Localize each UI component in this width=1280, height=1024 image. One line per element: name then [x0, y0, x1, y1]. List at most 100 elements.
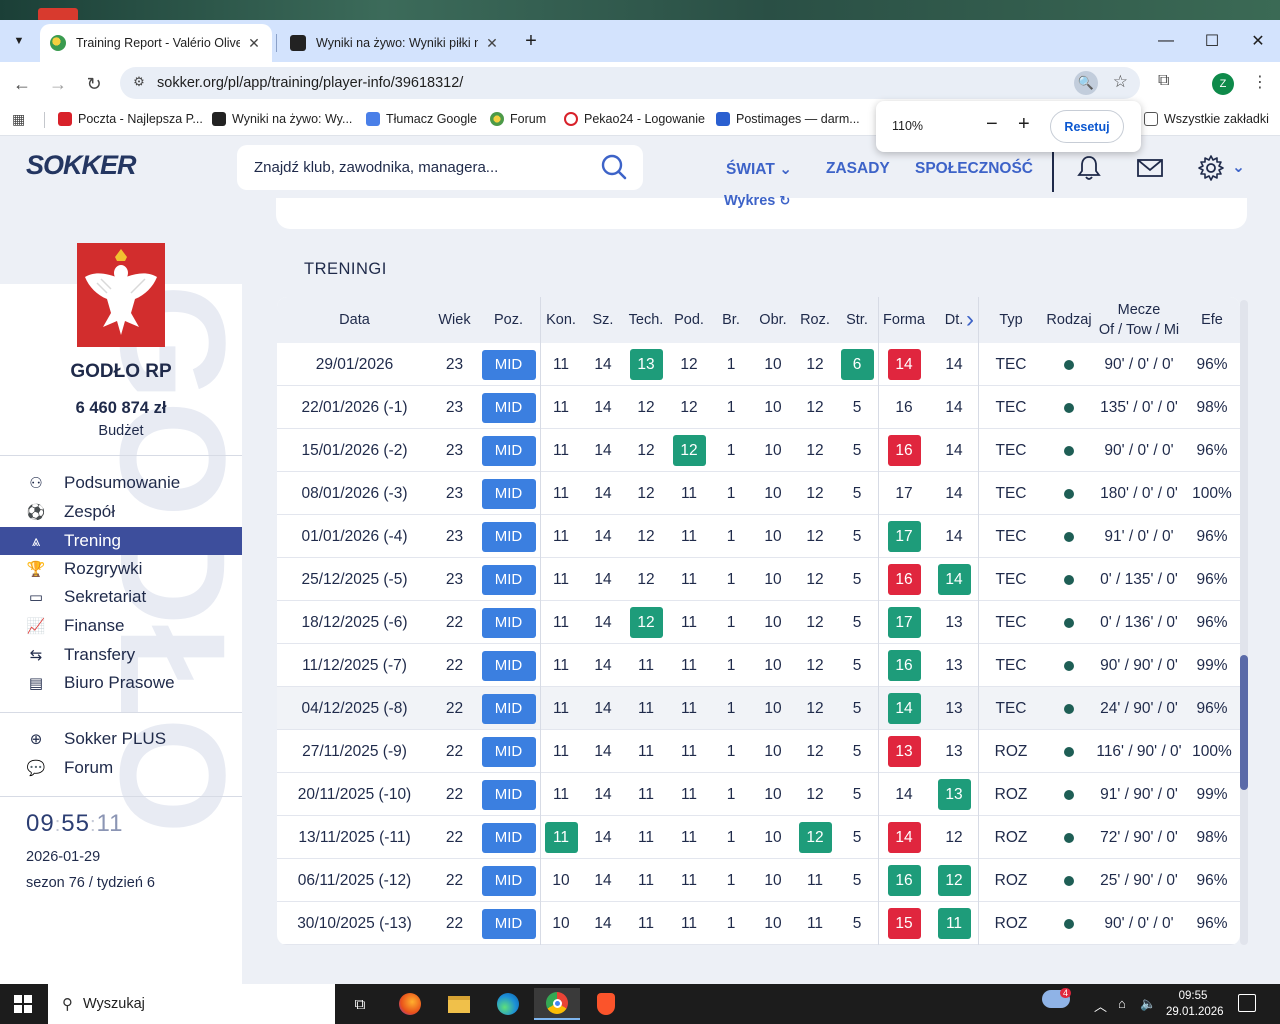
club-name[interactable]: GODŁO RP — [0, 361, 242, 383]
column-header-mecze[interactable]: Mecze Of / Tow / Mi — [1094, 297, 1184, 343]
table-row[interactable]: 06/11/2025 (-12) 22 MID 10 14 11 11 1 10 11 5 16 12 R… — [277, 859, 1240, 902]
table-row[interactable]: 11/12/2025 (-7) 22 MID 11 14 11 11 1 10 12 5 16 13 TE… — [277, 644, 1240, 687]
new-tab-icon[interactable]: + — [518, 28, 544, 54]
notifications-icon[interactable] — [1238, 994, 1256, 1012]
maximize-icon[interactable]: ☐ — [1192, 28, 1232, 54]
close-tab-icon[interactable]: ✕ — [484, 35, 500, 52]
address-bar[interactable]: ⚙ sokker.org/pl/app/training/player-info… — [120, 67, 1140, 99]
sidebar-item-finanse[interactable]: 📈 Finanse — [0, 612, 242, 640]
sidebar-item-rozgrywki[interactable]: 🏆 Rozgrywki — [0, 555, 242, 583]
settings-chevron-down-icon[interactable]: ⌄ — [1232, 158, 1245, 177]
column-header-pos[interactable]: Poz. — [477, 297, 540, 343]
close-window-icon[interactable]: ✕ — [1238, 28, 1278, 54]
forward-icon[interactable]: → — [44, 70, 72, 98]
reload-icon[interactable]: ↻ — [80, 70, 108, 98]
weather-icon[interactable]: 4 — [1042, 988, 1072, 1011]
column-header-pod[interactable]: Pod. — [668, 297, 710, 343]
bookmark-translate[interactable]: Tłumacz Google — [366, 112, 477, 126]
task-view-icon[interactable]: ⧉ — [337, 988, 383, 1020]
sidebar-item-sekretariat[interactable]: ▭ Sekretariat — [0, 583, 242, 611]
tray-chevron-up-icon[interactable]: ︿ — [1094, 996, 1107, 1015]
bookmark-wyniki[interactable]: Wyniki na żywo: Wy... — [212, 112, 352, 126]
zoom-reset-button[interactable]: Resetuj — [1050, 110, 1124, 143]
sokker-logo[interactable]: SOKKER — [26, 150, 137, 181]
table-row[interactable]: 22/01/2026 (-1) 23 MID 11 14 12 12 1 10 12 5 16 14 TE… — [277, 386, 1240, 429]
bookmark-star-icon[interactable]: ☆ — [1113, 72, 1128, 92]
column-header-typ[interactable]: Typ — [978, 297, 1044, 343]
close-tab-icon[interactable]: ✕ — [246, 35, 262, 52]
volume-icon[interactable]: 🔈 — [1140, 996, 1156, 1012]
windows-start-icon[interactable] — [14, 995, 32, 1013]
minimize-icon[interactable]: — — [1146, 28, 1186, 54]
column-header-efe[interactable]: Efe — [1184, 297, 1240, 343]
table-row[interactable]: 08/01/2026 (-3) 23 MID 11 14 12 11 1 10 12 5 17 14 TE… — [277, 472, 1240, 515]
column-header-rodzaj[interactable]: Rodzaj — [1044, 297, 1094, 343]
brave-icon[interactable] — [583, 988, 629, 1020]
bookmark-forum[interactable]: Forum — [490, 112, 546, 126]
tab-live-scores[interactable]: Wyniki na żywo: Wyniki piłki nożnej ✕ — [280, 24, 510, 62]
table-row[interactable]: 04/12/2025 (-8) 22 MID 11 14 11 11 1 10 12 5 14 13 TE… — [277, 687, 1240, 730]
column-header-age[interactable]: Wiek — [432, 297, 477, 343]
sidebar-item-transfery[interactable]: ⇆ Transfery — [0, 641, 242, 669]
search-icon[interactable] — [601, 154, 627, 180]
bookmark-postimages[interactable]: Postimages — darm... — [716, 112, 860, 126]
column-header-roz[interactable]: Roz. — [794, 297, 836, 343]
menu-world[interactable]: ŚWIAT ⌄ — [726, 160, 792, 179]
site-info-icon[interactable]: ⚙ — [130, 74, 148, 92]
gear-icon[interactable] — [1197, 154, 1225, 182]
menu-kebab-icon[interactable]: ⋮ — [1252, 72, 1268, 92]
menu-rules[interactable]: ZASADY — [826, 160, 890, 178]
zoom-in-button[interactable]: + — [1018, 113, 1030, 136]
bookmark-all-bookmarks[interactable]: Wszystkie zakładki — [1144, 112, 1269, 126]
bell-icon[interactable] — [1075, 154, 1103, 182]
column-header-kon[interactable]: Kon. — [540, 297, 582, 343]
tab-search-chevron-icon[interactable]: ▼ — [6, 28, 32, 54]
taskbar-search[interactable]: ⚲ Wyszukaj — [48, 984, 335, 1024]
column-header-obr[interactable]: Obr. — [752, 297, 794, 343]
mail-icon[interactable] — [1136, 154, 1164, 182]
taskbar-clock[interactable]: 09:55 29.01.2026 — [1166, 988, 1224, 1020]
table-row[interactable]: 18/12/2025 (-6) 22 MID 11 14 12 11 1 10 12 5 17 13 TE… — [277, 601, 1240, 644]
table-row[interactable]: 01/01/2026 (-4) 23 MID 11 14 12 11 1 10 12 5 17 14 TE… — [277, 515, 1240, 558]
network-icon[interactable]: ⌂ — [1118, 996, 1126, 1011]
column-header-str[interactable]: Str. — [836, 297, 878, 343]
bookmark-pekao[interactable]: Pekao24 - Logowanie — [564, 112, 705, 126]
url-text[interactable]: sokker.org/pl/app/training/player-info/3… — [157, 75, 463, 91]
sidebar-item-podsumowanie[interactable]: ⚇ Podsumowanie — [0, 469, 242, 497]
zoom-icon[interactable]: 🔍 — [1074, 71, 1098, 95]
sidebar-item-trening[interactable]: ⩓ Trening — [0, 527, 242, 555]
column-header-sz[interactable]: Sz. — [582, 297, 624, 343]
edge-icon[interactable] — [485, 988, 531, 1020]
profile-avatar[interactable]: Z — [1212, 73, 1234, 95]
sidebar-item-biuro-prasowe[interactable]: ▤ Biuro Prasowe — [0, 669, 242, 697]
table-row[interactable]: 20/11/2025 (-10) 22 MID 11 14 11 11 1 10 12 5 14 13 R… — [277, 773, 1240, 816]
table-row[interactable]: 27/11/2025 (-9) 22 MID 11 14 11 11 1 10 12 5 13 13 RO… — [277, 730, 1240, 773]
column-header-forma[interactable]: Forma — [878, 297, 930, 343]
firefox-icon[interactable] — [387, 988, 433, 1020]
scrollbar-thumb[interactable] — [1240, 655, 1248, 790]
menu-community[interactable]: SPOŁECZNOŚĆ — [915, 160, 1033, 178]
table-scrollbar[interactable] — [1240, 300, 1248, 945]
zoom-out-button[interactable]: − — [986, 113, 998, 136]
apps-grid-icon[interactable]: ▦ — [12, 111, 25, 128]
chrome-icon[interactable] — [534, 988, 580, 1020]
tab-training-report[interactable]: Training Report - Valério Oliveira ✕ — [40, 24, 272, 62]
table-row[interactable]: 30/10/2025 (-13) 22 MID 10 14 11 11 1 10 11 5 15 11 R… — [277, 902, 1240, 945]
column-header-tech[interactable]: Tech. — [624, 297, 668, 343]
column-header-br[interactable]: Br. — [710, 297, 752, 343]
column-header-date[interactable]: Data — [277, 297, 432, 343]
sidebar-item-forum[interactable]: 💬 Forum — [0, 754, 242, 782]
scroll-right-chevron-icon[interactable]: › — [966, 306, 974, 334]
sidebar-item-zespol[interactable]: ⚽ Zespół — [0, 498, 242, 526]
chart-link[interactable]: Wykres ↻ — [724, 193, 790, 209]
back-icon[interactable]: ← — [8, 70, 36, 98]
extensions-icon[interactable]: ⧉ — [1158, 72, 1169, 90]
bookmark-poczta[interactable]: Poczta - Najlepsza P... — [58, 112, 203, 126]
table-row[interactable]: 13/11/2025 (-11) 22 MID 11 14 11 11 1 10 12 5 14 12 R… — [277, 816, 1240, 859]
table-row[interactable]: 25/12/2025 (-5) 23 MID 11 14 12 11 1 10 12 5 16 14 TE… — [277, 558, 1240, 601]
table-row[interactable]: 15/01/2026 (-2) 23 MID 11 14 12 12 1 10 12 5 16 14 TE… — [277, 429, 1240, 472]
site-search-input[interactable]: Znajdź klub, zawodnika, managera... — [237, 145, 643, 190]
sidebar-item-sokker-plus[interactable]: ⊕ Sokker PLUS — [0, 725, 242, 753]
table-row[interactable]: 29/01/2026 23 MID 11 14 13 12 1 10 12 6 14 14 TEC 90' … — [277, 343, 1240, 386]
file-explorer-icon[interactable] — [436, 988, 482, 1020]
